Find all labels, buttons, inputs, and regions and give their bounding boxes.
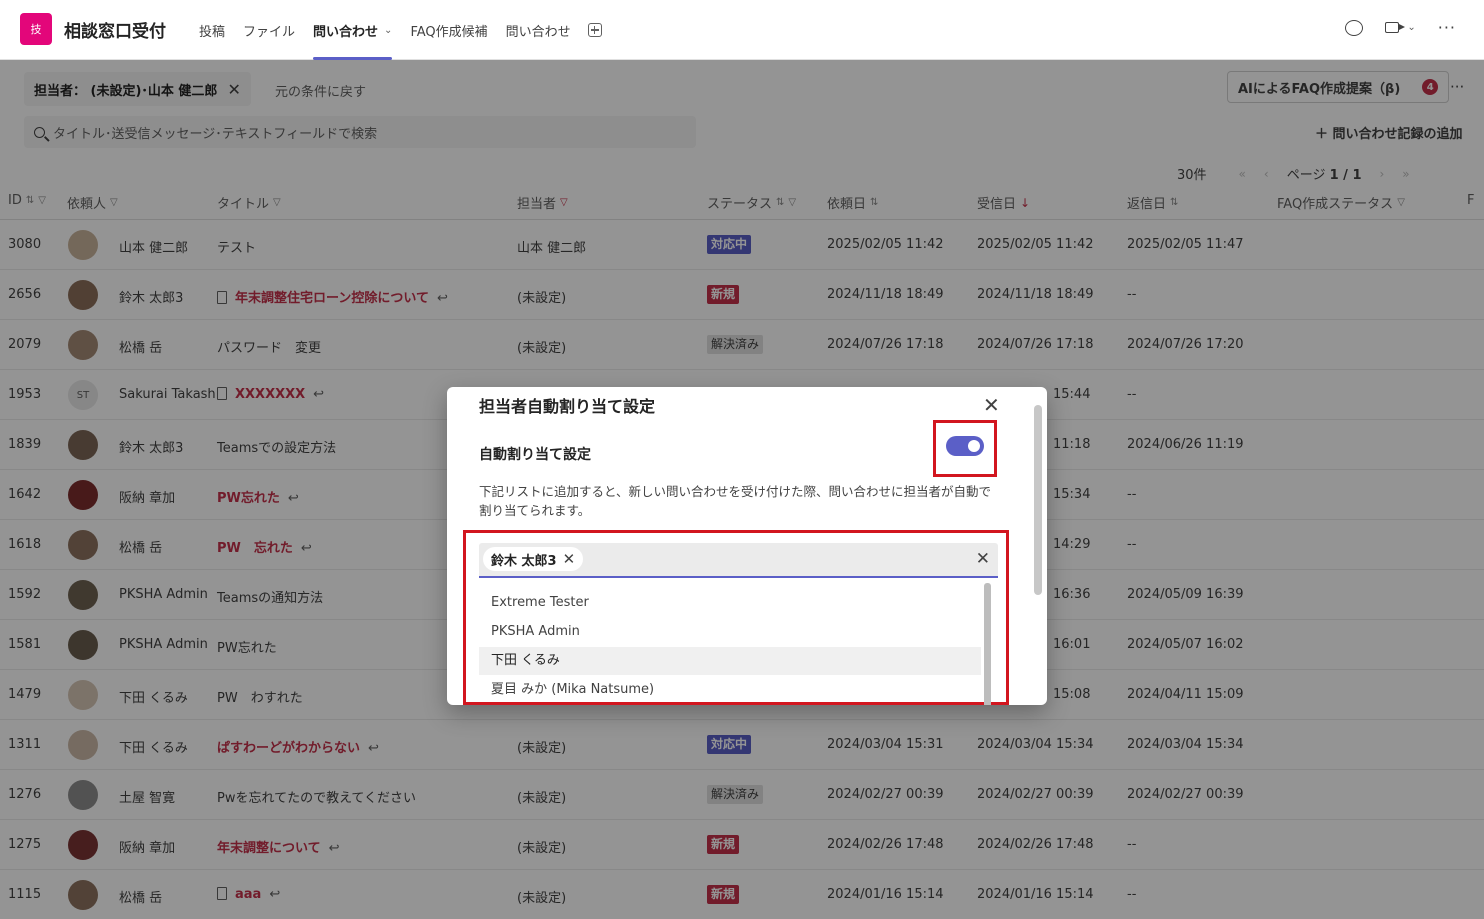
app-icon: 技: [20, 13, 52, 45]
tab-label: 問い合わせ: [313, 24, 379, 40]
assignee-option[interactable]: PKSHA Admin: [479, 618, 981, 646]
chevron-down-icon[interactable]: ⌄: [1407, 22, 1415, 33]
auto-assign-toggle[interactable]: [946, 436, 984, 456]
dialog-description: 下記リストに追加すると、新しい問い合わせを受け付けた際、問い合わせに担当者が自動…: [479, 484, 992, 518]
toggle-knob: [968, 440, 980, 452]
video-call-icon[interactable]: [1385, 22, 1406, 33]
clear-icon[interactable]: ✕: [976, 549, 990, 569]
chip-label: 鈴木 太郎3: [491, 553, 557, 569]
tab-label: 投稿: [199, 24, 226, 40]
tab-label: ファイル: [243, 24, 296, 40]
add-tab-icon[interactable]: [587, 23, 602, 37]
more-options-icon[interactable]: ···: [1438, 18, 1456, 37]
options-scrollbar[interactable]: [984, 583, 991, 705]
dialog-title: 担当者自動割り当て設定: [479, 397, 656, 416]
assignee-option[interactable]: 夏目 みか (Mika Natsume): [479, 676, 981, 704]
chevron-down-icon: ⌄: [384, 24, 393, 36]
assignee-option[interactable]: 下田 くるみ: [479, 647, 981, 675]
channel-title: 相談窓口受付: [64, 22, 166, 42]
assignee-picker-input[interactable]: 鈴木 太郎3 ✕ ✕: [479, 543, 998, 578]
chat-icon[interactable]: [1345, 19, 1364, 36]
auto-assign-dialog: 担当者自動割り当て設定 ✕ 自動割り当て設定 下記リストに追加すると、新しい問い…: [447, 387, 1047, 705]
dialog-scrollbar[interactable]: [1034, 405, 1042, 595]
tab-label: FAQ作成候補: [410, 24, 488, 40]
tab-inquiries-2[interactable]: 問い合わせ: [497, 0, 580, 60]
auto-assign-label: 自動割り当て設定: [479, 447, 591, 463]
tab-files[interactable]: ファイル: [234, 0, 304, 60]
tab-posts[interactable]: 投稿: [190, 0, 234, 60]
highlight-frame: 鈴木 太郎3 ✕ ✕ Extreme Tester PKSHA Admin 下田…: [463, 530, 1009, 705]
close-icon[interactable]: ✕: [983, 393, 1000, 417]
tab-bar: 投稿 ファイル 問い合わせ ⌄ FAQ作成候補 問い合わせ: [190, 0, 602, 60]
tab-inquiries[interactable]: 問い合わせ ⌄: [304, 0, 401, 60]
selected-assignee-chip: 鈴木 太郎3 ✕: [483, 547, 584, 571]
top-bar: 技 相談窓口受付 投稿 ファイル 問い合わせ ⌄ FAQ作成候補 問い合わせ ⌄ …: [0, 0, 1484, 60]
highlight-frame: [933, 420, 997, 477]
remove-chip-icon[interactable]: ✕: [563, 550, 576, 568]
tab-faq-candidates[interactable]: FAQ作成候補: [401, 0, 496, 60]
tab-label: 問い合わせ: [505, 24, 571, 40]
header-actions: ⌄ ···: [1345, 18, 1456, 37]
assignee-option[interactable]: Extreme Tester: [479, 589, 981, 617]
